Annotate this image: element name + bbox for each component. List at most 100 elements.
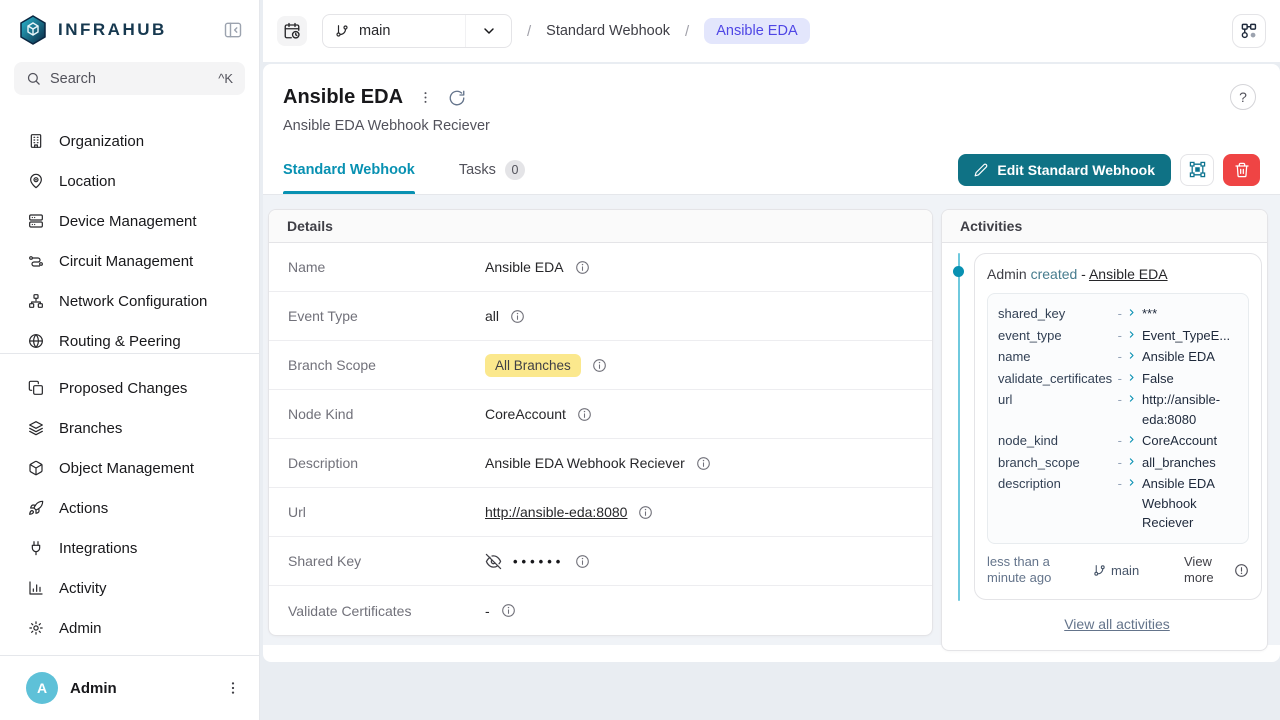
sidebar-item-circuit-management[interactable]: Circuit Management	[0, 241, 259, 281]
bar-chart-icon	[28, 580, 44, 596]
nav-primary: Organization Location Device Management …	[0, 114, 259, 354]
tabs-row: Standard Webhook Tasks 0 Edit Standard W…	[263, 145, 1280, 195]
calendar-clock-icon[interactable]	[277, 16, 307, 46]
user-menu-kebab-icon[interactable]	[225, 680, 241, 696]
sidebar-item-label: Activity	[59, 580, 107, 597]
edit-standard-webhook-button[interactable]: Edit Standard Webhook	[958, 154, 1171, 186]
info-icon[interactable]	[575, 554, 590, 569]
tab-actions: Edit Standard Webhook	[958, 154, 1260, 186]
timeline-dot	[953, 266, 964, 277]
delete-button[interactable]	[1223, 154, 1260, 186]
eye-off-icon[interactable]	[485, 553, 502, 570]
breadcrumb-separator: /	[685, 23, 689, 40]
activities-header: Activities	[942, 210, 1267, 243]
help-icon[interactable]: ?	[1230, 84, 1256, 110]
activity-target-link[interactable]: Ansible EDA	[1089, 266, 1168, 282]
activity-entry: Admin created - Ansible EDA shared_key -…	[974, 253, 1262, 600]
sidebar-item-proposed-changes[interactable]: Proposed Changes	[0, 368, 259, 408]
sidebar-item-routing-peering[interactable]: Routing & Peering	[0, 321, 259, 354]
cube-icon	[28, 460, 44, 476]
diff-icon	[28, 380, 44, 396]
sidebar-item-label: Admin	[59, 620, 102, 637]
title-kebab-icon[interactable]	[418, 90, 433, 105]
info-icon[interactable]	[501, 603, 516, 618]
detail-value: Ansible EDA	[485, 259, 564, 275]
chevron-right-icon	[1127, 308, 1136, 317]
logo-row: INFRAHUB	[0, 0, 259, 45]
sidebar-item-label: Routing & Peering	[59, 333, 181, 350]
prop-row: shared_key - ***	[998, 304, 1238, 324]
info-icon[interactable]	[638, 505, 653, 520]
sidebar-item-label: Organization	[59, 133, 144, 150]
detail-value: -	[485, 603, 490, 619]
edit-button-label: Edit Standard Webhook	[997, 162, 1155, 178]
manage-groups-button[interactable]	[1180, 154, 1214, 186]
page-subtitle: Ansible EDA Webhook Reciever	[283, 118, 1256, 134]
sidebar-item-label: Integrations	[59, 540, 137, 557]
breadcrumb-parent[interactable]: Standard Webhook	[546, 23, 670, 39]
breadcrumb-current[interactable]: Ansible EDA	[704, 18, 809, 44]
sidebar-item-actions[interactable]: Actions	[0, 488, 259, 528]
shared-key-masked: ••••••	[513, 554, 564, 569]
view-more-link[interactable]: View more	[1184, 554, 1228, 588]
detail-row-name: Name Ansible EDA	[269, 243, 932, 292]
detail-value: all	[485, 308, 499, 324]
rocket-icon	[28, 500, 44, 516]
detail-row-shared-key: Shared Key ••••••	[269, 537, 932, 586]
tab-standard-webhook[interactable]: Standard Webhook	[283, 145, 415, 194]
sidebar-item-location[interactable]: Location	[0, 161, 259, 201]
search-icon	[26, 71, 41, 86]
detail-row-description: Description Ansible EDA Webhook Reciever	[269, 439, 932, 488]
sidebar-item-network-configuration[interactable]: Network Configuration	[0, 281, 259, 321]
info-icon[interactable]	[696, 456, 711, 471]
sidebar-item-object-management[interactable]: Object Management	[0, 448, 259, 488]
git-branch-icon	[335, 24, 349, 38]
title-section: Ansible EDA ? Ansible EDA Webhook Reciev…	[263, 64, 1280, 134]
activity-actor: Admin	[987, 266, 1027, 282]
search-box[interactable]: ^K	[14, 62, 245, 95]
refresh-icon[interactable]	[448, 89, 466, 107]
info-icon[interactable]	[577, 407, 592, 422]
brand-wordmark: INFRAHUB	[58, 20, 223, 40]
collapse-sidebar-icon[interactable]	[223, 20, 243, 40]
url-link[interactable]: http://ansible-eda:8080	[485, 504, 627, 520]
tab-tasks[interactable]: Tasks 0	[459, 145, 525, 194]
sidebar-item-integrations[interactable]: Integrations	[0, 528, 259, 568]
sidebar-item-admin[interactable]: Admin	[0, 608, 259, 648]
trash-icon	[1234, 162, 1250, 178]
info-icon[interactable]	[510, 309, 525, 324]
chevron-right-icon	[1127, 351, 1136, 360]
sidebar-item-organization[interactable]: Organization	[0, 121, 259, 161]
building-icon	[28, 133, 44, 149]
chevron-right-icon	[1127, 457, 1136, 466]
activity-properties: shared_key - *** event_type - Event_Type…	[987, 293, 1249, 544]
gear-icon	[28, 620, 44, 636]
sidebar-item-label: Device Management	[59, 213, 197, 230]
user-row[interactable]: A Admin	[0, 655, 259, 720]
detail-label: Name	[288, 259, 485, 275]
view-all-activities-link[interactable]: View all activities	[974, 616, 1260, 632]
sidebar-item-label: Proposed Changes	[59, 380, 187, 397]
schema-icon[interactable]	[1232, 14, 1266, 48]
activity-branch-name: main	[1111, 563, 1139, 578]
sidebar-item-label: Object Management	[59, 460, 194, 477]
info-icon[interactable]	[592, 358, 607, 373]
activity-timestamp: less than a minute ago	[987, 554, 1087, 588]
sidebar-item-device-management[interactable]: Device Management	[0, 201, 259, 241]
sidebar-item-activity[interactable]: Activity	[0, 568, 259, 608]
branch-selector[interactable]: main	[322, 14, 512, 48]
tasks-count-badge: 0	[505, 160, 525, 180]
sidebar-item-label: Location	[59, 173, 116, 190]
network-icon	[28, 293, 44, 309]
info-icon[interactable]	[575, 260, 590, 275]
sidebar-item-branches[interactable]: Branches	[0, 408, 259, 448]
layers-icon	[28, 420, 44, 436]
sidebar-item-label: Network Configuration	[59, 293, 207, 310]
search-input[interactable]	[50, 71, 209, 87]
pencil-icon	[974, 163, 988, 177]
activity-footer: less than a minute ago main View more	[987, 554, 1249, 588]
alert-icon[interactable]	[1234, 563, 1249, 578]
branch-name: main	[359, 23, 390, 39]
chevron-down-icon[interactable]	[465, 15, 511, 47]
git-branch-icon	[1093, 564, 1106, 577]
